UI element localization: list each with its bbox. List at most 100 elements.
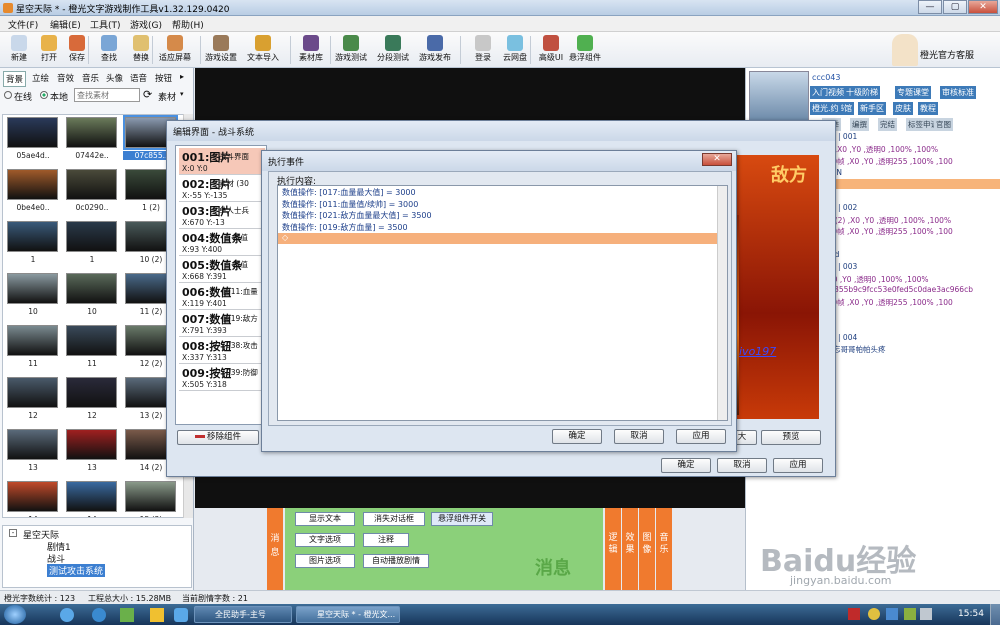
toolbar-button-9[interactable]: 游戏测试 (334, 34, 368, 66)
link2-4[interactable]: 官图 (934, 118, 953, 131)
tab-3[interactable]: 音乐 (80, 71, 101, 85)
editor-ok-button[interactable]: 确定 (661, 458, 711, 473)
task-assistant[interactable]: 全民助手-主号 (194, 606, 292, 623)
media-player-icon[interactable] (92, 608, 106, 622)
material-thumbnail[interactable] (66, 325, 117, 356)
tray-s-icon[interactable] (848, 608, 860, 620)
minimize-button[interactable]: — (918, 0, 942, 14)
component-item[interactable]: 006:数值 [011:血量 X:119 Y:401 (179, 283, 265, 310)
material-thumbnail[interactable] (7, 429, 58, 460)
tree-collapse-icon[interactable]: - (9, 529, 17, 537)
tab-6[interactable]: 按钮 (153, 71, 174, 85)
refresh-icon[interactable]: ⟳ (143, 88, 152, 101)
maximize-button[interactable]: ▢ (943, 0, 967, 14)
tab-2[interactable]: 图像 (639, 508, 655, 590)
tool-app-icon[interactable] (174, 608, 188, 622)
show-desktop-button[interactable] (990, 604, 1000, 625)
material-thumbnail[interactable] (66, 481, 117, 512)
component-item[interactable]: 008:按钮 [038:攻击 X:337 Y:313 (179, 337, 265, 364)
folder-icon[interactable] (150, 608, 164, 622)
toolbar-button-8[interactable]: 素材库 (294, 34, 328, 66)
remove-component-button[interactable]: 移除组件 (177, 430, 259, 445)
component-item[interactable]: 007:数值 [019:敌方 X:791 Y:393 (179, 310, 265, 337)
component-item[interactable]: 005:数值条 数值 X:668 Y:391 (179, 256, 265, 283)
material-thumbnail[interactable] (66, 221, 117, 252)
link-3[interactable]: 审核标准 (940, 86, 976, 99)
start-button[interactable] (4, 605, 26, 624)
script-line[interactable]: , 13 ,X0 ,Y0 ,透明0 ,100% ,100% (818, 144, 938, 155)
event-button-3[interactable]: 文字选项 (295, 533, 355, 547)
material-thumbnail[interactable] (7, 377, 58, 408)
exec-scrollbar[interactable] (717, 186, 727, 420)
link-0[interactable]: 入门视频 (810, 86, 846, 99)
material-thumbnail[interactable] (7, 117, 58, 148)
material-dropdown[interactable]: 素材 (158, 90, 176, 103)
script-line[interactable]: ,07c855b9c9fcc53e0fed5c0dae3ac966cb (818, 285, 973, 294)
script-line[interactable]: 2 ,20帧 ,X0 ,Y0 ,透明255 ,100% ,100 (818, 226, 953, 237)
tray-network-icon[interactable] (904, 608, 916, 620)
material-thumbnail[interactable] (7, 221, 58, 252)
menu-4[interactable]: 帮助(H) (168, 17, 208, 32)
link2-1[interactable]: 编撰 (850, 118, 869, 131)
tray-volume-icon[interactable] (920, 608, 932, 620)
link-7[interactable]: 教程 (918, 102, 938, 115)
user-name[interactable]: ccc043 (812, 73, 840, 82)
toolbar-button-10[interactable]: 分段测试 (376, 34, 410, 66)
exec-line[interactable]: 数值操作: [021:敌方血量最大值] = 3500 (282, 210, 432, 221)
component-item[interactable]: 001:图片 战斗界面 X:0 Y:0 (179, 148, 265, 175)
tab-1[interactable]: 立绘 (30, 71, 51, 85)
exec-list[interactable]: 数值操作: [017:血量最大值] = 3000 数值操作: [011:血量值/续… (277, 185, 728, 421)
exec-line[interactable]: 数值操作: [017:血量最大值] = 3000 (282, 187, 416, 198)
material-thumbnail[interactable] (125, 481, 176, 512)
script-line[interactable]: 2 ,20帧 ,X0 ,Y0 ,透明255 ,100% ,100 (818, 156, 953, 167)
link2-2[interactable]: 完结 (878, 118, 897, 131)
tab-scroll-icon[interactable]: ▸ (180, 72, 184, 81)
link-1[interactable]: 十级阶梯 (844, 86, 880, 99)
exec-insert-row[interactable]: ◇ (278, 233, 717, 244)
toolbar-button-5[interactable]: 适应屏幕 (158, 34, 192, 66)
menu-2[interactable]: 工具(T) (86, 17, 125, 32)
script-line[interactable]: 2 ,20帧 ,X0 ,Y0 ,透明255 ,100% ,100 (818, 297, 953, 308)
component-item[interactable]: 003:图片 单人士兵 X:670 Y:-13 (179, 202, 265, 229)
event-button-2[interactable]: 悬浮组件开关 (431, 512, 493, 526)
exec-line[interactable]: 数值操作: [019:敌方血量] = 3500 (282, 222, 408, 233)
material-thumbnail[interactable] (7, 481, 58, 512)
event-button-1[interactable]: 消失对话框 (363, 512, 425, 526)
green-app-icon[interactable] (120, 608, 134, 622)
material-thumbnail[interactable] (7, 325, 58, 356)
link-8[interactable]: 橙光.约 (810, 102, 841, 115)
link-2[interactable]: 专题课堂 (895, 86, 931, 99)
toolbar-button-6[interactable]: 游戏设置 (204, 34, 238, 66)
material-thumbnail[interactable] (66, 429, 117, 460)
link-6[interactable]: 皮肤 (893, 102, 913, 115)
menu-3[interactable]: 游戏(G) (126, 17, 166, 32)
menu-1[interactable]: 编辑(E) (46, 17, 85, 32)
event-button-6[interactable]: 自动播放剧情 (363, 554, 429, 568)
component-item[interactable]: 009:按钮 [039:防御 X:505 Y:318 (179, 364, 265, 391)
component-item[interactable]: 004:数值条 数值 X:93 Y:400 (179, 229, 265, 256)
script-line[interactable]: , 10 (2) ,X0 ,Y0 ,透明0 ,100% ,100% (818, 215, 951, 226)
tab-0[interactable]: 背景 (3, 71, 27, 87)
component-item[interactable]: 002:图片 素材 (30 X:-55 Y:-135 (179, 175, 265, 202)
link-5[interactable]: 新手区 (858, 102, 886, 115)
material-thumbnail[interactable] (66, 169, 117, 200)
search-material-input[interactable] (74, 88, 140, 102)
material-thumbnail[interactable] (66, 377, 117, 408)
exec-ok-button[interactable]: 确定 (552, 429, 602, 444)
tab-1[interactable]: 效果 (622, 508, 638, 590)
toolbar-button-15[interactable]: 悬浮组件 (568, 34, 602, 66)
toolbar-button-11[interactable]: 游戏发布 (418, 34, 452, 66)
support[interactable]: 橙光官方客服 (890, 34, 994, 66)
exec-cancel-button[interactable]: 取消 (614, 429, 664, 444)
menu-0[interactable]: 文件(F) (4, 17, 42, 32)
tab-5[interactable]: 语音 (128, 71, 149, 85)
tab-2[interactable]: 音效 (55, 71, 76, 85)
event-button-5[interactable]: 图片选项 (295, 554, 355, 568)
exec-apply-button[interactable]: 应用 (676, 429, 726, 444)
tab-4[interactable]: 头像 (104, 71, 125, 85)
editor-apply-button[interactable]: 应用 (773, 458, 823, 473)
tab-0[interactable]: 逻辑 (605, 508, 621, 590)
close-button[interactable]: ✕ (968, 0, 998, 14)
event-button-0[interactable]: 显示文本 (295, 512, 355, 526)
radio-online[interactable] (4, 91, 12, 99)
